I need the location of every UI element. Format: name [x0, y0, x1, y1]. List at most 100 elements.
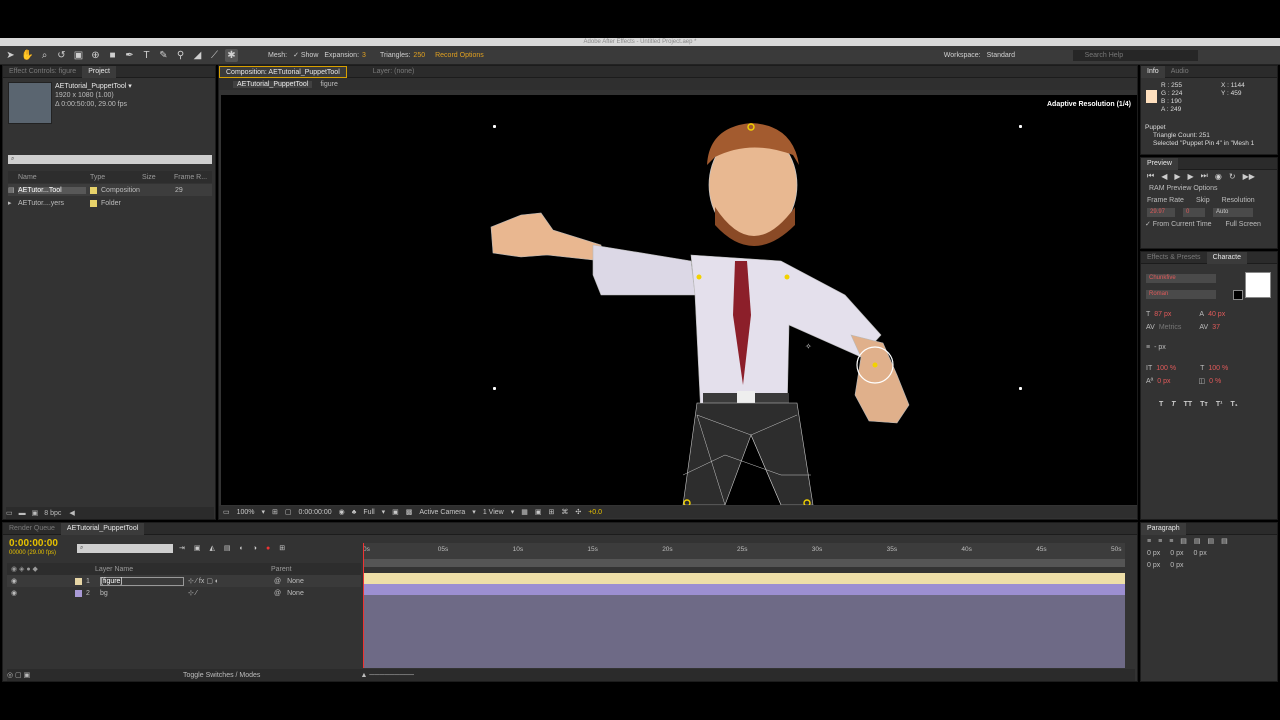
search-help-input[interactable]: Search Help [1072, 49, 1198, 61]
timeline-icon[interactable]: ⊞ [548, 508, 554, 516]
layer-switches-toggle-icon[interactable]: ◎ ▢ ▣ [7, 671, 183, 679]
tab-layer[interactable]: Layer: (none) [367, 68, 421, 75]
col-layer-name[interactable]: Layer Name [95, 566, 271, 573]
transparency-grid-icon[interactable]: ▩ [406, 508, 413, 516]
col-parent[interactable]: Parent [271, 566, 292, 573]
region-of-interest-icon[interactable]: ▣ [392, 508, 399, 516]
skip-select[interactable]: 0 [1183, 207, 1205, 217]
vertical-scale-value[interactable]: 100 % [1156, 365, 1176, 372]
work-area-bar[interactable] [363, 559, 1125, 567]
selection-tool-icon[interactable]: ➤ [4, 49, 17, 62]
motion-blur-icon[interactable]: ◐ [240, 545, 244, 552]
ram-preview-icon[interactable]: ▶▶ [1243, 172, 1255, 181]
tab-effects-presets[interactable]: Effects & Presets [1141, 254, 1207, 261]
all-caps-button[interactable]: TT [1184, 401, 1193, 408]
item-name[interactable]: AETutorial_PuppetTool ▾ [55, 82, 132, 91]
align-center-icon[interactable]: ≡ [1158, 538, 1162, 545]
toggle-switches-modes[interactable]: Toggle Switches / Modes [183, 672, 260, 679]
label-color-swatch[interactable] [90, 199, 97, 207]
record-options-link[interactable]: Record Options [435, 52, 484, 59]
interpret-footage-icon[interactable]: ▭ [6, 509, 13, 517]
current-time-indicator[interactable] [363, 543, 364, 668]
fill-color-swatch[interactable] [1245, 272, 1271, 298]
justify-center-icon[interactable]: ▤ [1194, 537, 1201, 545]
graph-editor-icon[interactable]: ◑ [253, 545, 257, 552]
tab-effect-controls[interactable]: Effect Controls: figure [3, 68, 82, 75]
show-mesh-checkbox[interactable]: ✓ Show [293, 51, 318, 59]
bg-layer-bar[interactable] [363, 584, 1125, 595]
puppet-pin-tool-icon[interactable]: ✱ [225, 48, 238, 62]
loop-icon[interactable]: ↻ [1229, 172, 1236, 181]
font-style-select[interactable]: Roman [1146, 290, 1216, 299]
snapshot-icon[interactable]: ◉ [339, 508, 345, 516]
trash-icon[interactable]: ◀ [69, 509, 74, 517]
tab-info[interactable]: Info [1141, 65, 1165, 78]
last-frame-icon[interactable]: ⏭ [1201, 171, 1208, 181]
pickwhip-icon[interactable]: @ [274, 590, 281, 597]
layer-name[interactable]: bg [100, 590, 184, 597]
kerning-value[interactable]: Metrics [1159, 324, 1182, 331]
tab-project[interactable]: Project [82, 65, 116, 78]
stroke-width-value[interactable]: - px [1154, 344, 1166, 351]
exposure-icon[interactable]: ✣ [575, 508, 581, 516]
layer-switches[interactable]: ⊹ ⁄ fx ▢ ◐ [184, 577, 274, 585]
eraser-tool-icon[interactable]: ◢ [191, 49, 204, 62]
align-right-icon[interactable]: ≡ [1169, 538, 1173, 545]
live-update-icon[interactable]: ⊞ [279, 544, 285, 552]
breadcrumb-comp[interactable]: AETutorial_PuppetTool [233, 80, 313, 88]
font-size-value[interactable]: 87 px [1154, 311, 1171, 318]
prev-frame-icon[interactable]: ◀ [1161, 172, 1167, 181]
grid-icon[interactable]: ⊞ [272, 508, 278, 516]
tab-composition[interactable]: Composition: AETutorial_PuppetTool [219, 65, 347, 78]
col-size[interactable]: Size [142, 174, 174, 181]
label-color-swatch[interactable] [90, 186, 97, 194]
list-item[interactable]: ▤ AETutor...Tool Composition 29 [8, 184, 212, 196]
layer-switches[interactable]: ⊹ ⁄ [184, 589, 274, 597]
project-search-input[interactable]: ⌕ [8, 155, 212, 164]
figure-layer-bar[interactable] [363, 573, 1125, 584]
chevron-down-icon[interactable]: ▾ [511, 508, 515, 516]
layer-name[interactable]: [figure] [100, 576, 184, 586]
from-current-time-checkbox[interactable]: ✓ From Current Time [1145, 220, 1212, 228]
table-row[interactable]: ◉ 2 bg ⊹ ⁄ @ None [7, 587, 361, 599]
horizontal-scale-value[interactable]: 100 % [1208, 365, 1228, 372]
new-folder-icon[interactable]: ▬ [19, 510, 26, 517]
rectangle-tool-icon[interactable]: ■ [106, 49, 119, 62]
resolution-select[interactable]: Full [363, 509, 374, 516]
tracking-value[interactable]: 37 [1212, 324, 1220, 331]
expansion-value[interactable]: 3 [362, 52, 366, 59]
play-icon[interactable]: ▶ [1174, 172, 1180, 181]
new-comp-icon[interactable]: ▣ [32, 509, 39, 517]
faux-bold-button[interactable]: T [1159, 401, 1163, 408]
toggle-pixel-aspect-icon[interactable]: ▦ [521, 508, 528, 516]
camera-view-select[interactable]: Active Camera [419, 509, 465, 516]
justify-all-icon[interactable]: ▤ [1221, 537, 1228, 545]
col-name[interactable]: Name [8, 174, 90, 181]
tab-audio[interactable]: Audio [1165, 68, 1195, 75]
comp-mini-flowchart-icon[interactable]: ⇥ [179, 544, 185, 552]
parent-select[interactable]: None [281, 578, 304, 585]
bpc-toggle[interactable]: 8 bpc [44, 510, 61, 517]
parent-select[interactable]: None [281, 590, 304, 597]
workspace-select[interactable]: Standard [987, 52, 1067, 59]
hand-tool-icon[interactable]: ✋ [21, 49, 34, 62]
col-frame-rate[interactable]: Frame R... [174, 174, 207, 181]
align-left-icon[interactable]: ≡ [1147, 538, 1151, 545]
frame-blending-icon[interactable]: ▤ [224, 544, 231, 552]
font-family-select[interactable]: Chunkfive [1146, 274, 1216, 283]
indent-left-value[interactable]: 0 px [1147, 550, 1160, 557]
zoom-tool-icon[interactable]: ⌕ [38, 49, 51, 62]
puppet-figure-artwork[interactable]: ✧ [221, 95, 1137, 505]
ram-preview-options[interactable]: RAM Preview Options [1141, 182, 1277, 194]
timeline-empty-area[interactable] [363, 595, 1125, 668]
list-item[interactable]: ▸ AETutor....yers Folder [8, 197, 212, 209]
space-after-value[interactable]: 0 px [1170, 562, 1183, 569]
pen-tool-icon[interactable]: ✒ [123, 49, 136, 62]
table-row[interactable]: ◉ 1 [figure] ⊹ ⁄ fx ▢ ◐ @ None [7, 575, 361, 587]
comp-viewer[interactable]: Adaptive Resolution (1/4) ✧ [221, 95, 1137, 505]
indent-right-value[interactable]: 0 px [1170, 550, 1183, 557]
type-tool-icon[interactable]: T [140, 49, 153, 62]
time-ruler[interactable]: 0s 05s 10s 15s 20s 25s 30s 35s 40s 45s 50s [363, 543, 1125, 559]
visibility-icon[interactable]: ◉ [7, 577, 71, 585]
shy-icon[interactable]: ◭ [210, 544, 215, 552]
